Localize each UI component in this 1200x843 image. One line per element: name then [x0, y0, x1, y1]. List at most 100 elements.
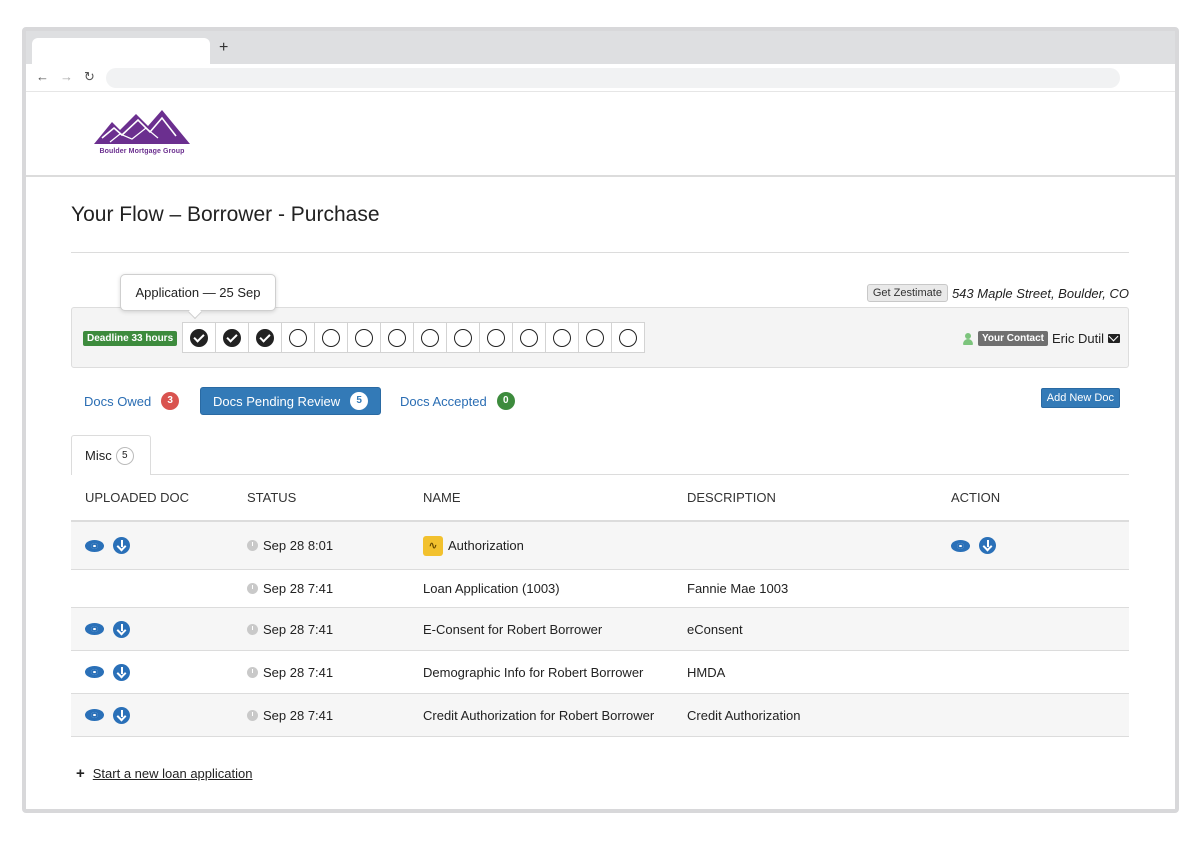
status-time: Sep 28 7:41 [263, 664, 334, 680]
tab-label: Docs Accepted [400, 393, 487, 409]
column-header-status: STATUS [247, 490, 297, 505]
progress-step[interactable] [314, 322, 348, 353]
column-header-uploaded: UPLOADED DOC [85, 490, 190, 505]
empty-circle-icon [454, 328, 472, 347]
tab-docs-pending-review[interactable]: Docs Pending Review 5 [200, 387, 382, 415]
tab-label: Misc [85, 448, 112, 463]
eye-icon[interactable] [85, 539, 104, 552]
eye-icon[interactable] [85, 666, 104, 678]
empty-circle-icon [619, 328, 637, 347]
progress-step[interactable] [611, 322, 645, 353]
eye-icon[interactable] [951, 539, 970, 552]
empty-circle-icon [553, 328, 571, 347]
documents-table: UPLOADED DOC STATUS NAME DESCRIPTION ACT… [71, 475, 1129, 737]
progress-step[interactable] [479, 322, 513, 353]
back-arrow-icon[interactable]: ← [36, 69, 49, 85]
add-new-doc-button[interactable]: Add New Doc [1040, 388, 1120, 408]
check-circle-icon [223, 328, 241, 347]
progress-step[interactable] [545, 322, 579, 353]
empty-circle-icon [421, 328, 439, 347]
download-icon[interactable] [113, 620, 130, 638]
download-icon[interactable] [113, 537, 130, 554]
mountain-logo-icon [94, 110, 190, 144]
name-cell: Credit Authorization for Robert Borrower [423, 708, 687, 723]
new-tab-button[interactable]: + [219, 38, 228, 58]
reload-icon[interactable]: ↻ [84, 69, 95, 85]
column-header-name: NAME [423, 490, 461, 505]
contact-info: Your Contact Eric Dutil [962, 331, 1120, 346]
progress-step[interactable] [578, 322, 612, 353]
progress-steps [182, 322, 645, 353]
page-title: Your Flow – Borrower - Purchase [71, 203, 380, 226]
progress-step[interactable] [248, 322, 282, 353]
logo-text: Boulder Mortgage Group [99, 148, 185, 155]
status-time: Sep 28 8:01 [263, 538, 334, 553]
status-time: Sep 28 7:41 [263, 581, 334, 596]
download-icon[interactable] [113, 706, 130, 724]
start-new-loan-label: Start a new loan application [92, 766, 253, 781]
table-header: UPLOADED DOC STATUS NAME DESCRIPTION ACT… [71, 475, 1129, 522]
status-cell: Sep 28 7:41 [247, 665, 423, 680]
tab-label: Docs Owed [84, 393, 152, 409]
download-icon[interactable] [113, 663, 130, 681]
get-zestimate-button[interactable]: Get Zestimate [866, 284, 948, 302]
signature-icon: ∿ [423, 535, 443, 556]
envelope-icon[interactable] [1108, 334, 1120, 343]
eye-icon[interactable] [85, 623, 104, 635]
check-circle-icon [256, 328, 274, 347]
empty-circle-icon [520, 328, 538, 347]
download-icon[interactable] [979, 537, 996, 554]
forward-arrow-icon[interactable]: → [60, 69, 73, 85]
description-cell: Credit Authorization [687, 707, 801, 723]
table-row: Sep 28 7:41 Demographic Info for Robert … [71, 651, 1129, 694]
empty-circle-icon [388, 328, 406, 347]
clock-icon [247, 666, 258, 678]
browser-tabstrip: + [26, 31, 1175, 64]
tab-docs-owed[interactable]: Docs Owed 3 [84, 387, 180, 415]
address-bar[interactable] [106, 68, 1120, 88]
tab-docs-accepted[interactable]: Docs Accepted 0 [400, 387, 515, 415]
status-cell: Sep 28 7:41 [247, 622, 423, 637]
status-cell: Sep 28 7:41 [247, 708, 423, 723]
doc-name: E-Consent for Robert Borrower [423, 621, 603, 637]
your-contact-badge: Your Contact [977, 331, 1048, 346]
status-cell: Sep 28 8:01 [247, 538, 423, 553]
table-row: Sep 28 7:41 Credit Authorization for Rob… [71, 694, 1129, 737]
progress-step[interactable] [215, 322, 249, 353]
uploaded-doc-cell [71, 537, 247, 554]
browser-tab[interactable] [32, 38, 210, 64]
clock-icon [247, 623, 258, 635]
progress-step[interactable] [347, 322, 381, 353]
contact-name: Eric Dutil [1051, 331, 1104, 346]
table-row: Sep 28 8:01 ∿ Authorization [71, 522, 1129, 570]
clock-icon [247, 583, 258, 594]
description-cell: HMDA [687, 664, 726, 680]
company-logo[interactable]: Boulder Mortgage Group [92, 108, 192, 160]
empty-circle-icon [322, 328, 340, 347]
name-cell: Demographic Info for Robert Borrower [423, 665, 687, 680]
title-divider [71, 252, 1129, 253]
check-circle-icon [190, 328, 208, 347]
browser-toolbar: ← → ↻ [26, 64, 1175, 92]
uploaded-doc-cell [71, 620, 247, 638]
progress-step[interactable] [413, 322, 447, 353]
uploaded-doc-cell [71, 663, 247, 681]
table-row: Sep 28 7:41 Loan Application (1003) Fann… [71, 570, 1129, 608]
progress-step[interactable] [512, 322, 546, 353]
progress-step[interactable] [182, 322, 216, 353]
site-header: Boulder Mortgage Group [26, 92, 1175, 177]
progress-step[interactable] [380, 322, 414, 353]
progress-step[interactable] [281, 322, 315, 353]
progress-step[interactable] [446, 322, 480, 353]
count-badge: 0 [496, 392, 515, 410]
tab-misc[interactable]: Misc 5 [71, 435, 151, 475]
count-badge: 5 [115, 446, 134, 465]
eye-icon[interactable] [85, 709, 104, 721]
status-cell: Sep 28 7:41 [247, 581, 423, 596]
empty-circle-icon [355, 328, 373, 347]
doc-name: Loan Application (1003) [423, 581, 560, 596]
start-new-loan-link[interactable]: + Start a new loan application [76, 765, 252, 782]
name-cell: E-Consent for Robert Borrower [423, 622, 687, 637]
person-icon [962, 332, 974, 345]
name-cell: ∿ Authorization [423, 535, 687, 556]
